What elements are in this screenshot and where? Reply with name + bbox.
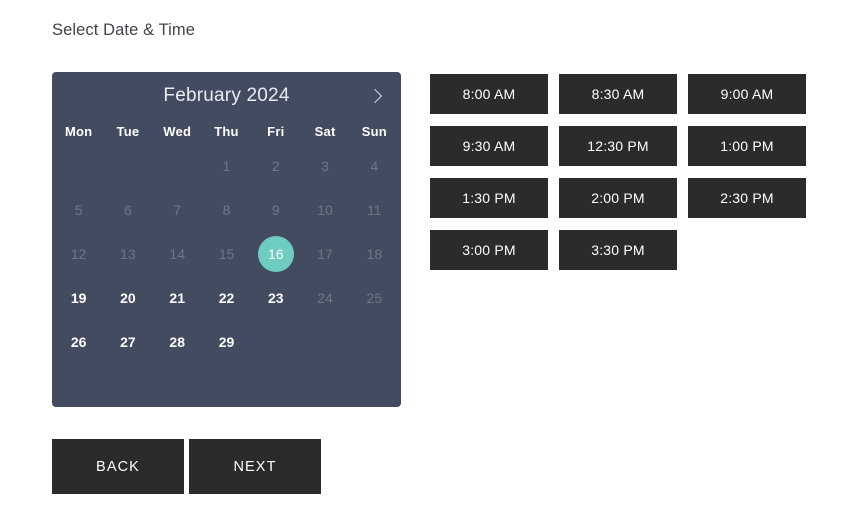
wizard-footer: BACK NEXT <box>52 439 321 494</box>
weekday-label-thu: Thu <box>214 124 239 139</box>
weekday-label-mon: Mon <box>64 124 93 139</box>
calendar-day-26[interactable]: 26 <box>54 320 103 364</box>
calendar-day-18: 18 <box>366 246 383 262</box>
time-slot-button[interactable]: 8:30 AM <box>559 74 677 114</box>
weekday-label-sat: Sat <box>314 124 336 139</box>
calendar-day-25: 25 <box>366 290 383 306</box>
calendar-day-3: 3 <box>321 158 329 174</box>
calendar-day-empty <box>103 144 152 188</box>
calendar-day-12: 12 <box>70 246 87 262</box>
calendar-day-8: 8 <box>222 202 231 218</box>
weekday-label-sun: Sun <box>361 124 387 139</box>
chevron-right-icon <box>367 88 382 104</box>
time-slot-button[interactable]: 3:00 PM <box>430 230 548 270</box>
time-slot-button[interactable]: 9:30 AM <box>430 126 548 166</box>
calendar-day-23[interactable]: 23 <box>251 276 300 320</box>
calendar-day-24: 24 <box>317 290 333 306</box>
next-button[interactable]: NEXT <box>189 439 321 494</box>
calendar-day-22[interactable]: 22 <box>202 276 251 320</box>
calendar-day-21[interactable]: 21 <box>153 276 202 320</box>
calendar-day-empty <box>300 320 349 364</box>
time-slot-button[interactable]: 9:00 AM <box>688 74 806 114</box>
calendar-day-5: 5 <box>74 202 83 218</box>
calendar-day-17: 17 <box>317 246 333 262</box>
back-button[interactable]: BACK <box>52 439 184 494</box>
calendar-day-15: 15 <box>218 246 235 262</box>
calendar-day-4: 4 <box>370 158 379 174</box>
time-slot-button[interactable]: 1:00 PM <box>688 126 806 166</box>
calendar-day-19[interactable]: 19 <box>54 276 103 320</box>
calendar-day-empty <box>350 320 399 364</box>
time-slot-button[interactable]: 3:30 PM <box>559 230 677 270</box>
calendar-month-label: February 2024 <box>163 85 290 106</box>
selected-day-badge: 16 <box>257 236 294 272</box>
calendar-day-13: 13 <box>120 246 136 262</box>
calendar-day-2: 2 <box>271 158 280 174</box>
calendar-day-1: 1 <box>222 158 231 174</box>
next-month-button[interactable] <box>361 81 391 111</box>
calendar-day-20[interactable]: 20 <box>103 276 152 320</box>
time-slot-button[interactable]: 1:30 PM <box>430 178 548 218</box>
calendar-day-7: 7 <box>173 202 182 218</box>
weekday-label-wed: Wed <box>163 124 192 139</box>
calendar-day-29[interactable]: 29 <box>202 320 251 364</box>
page-title: Select Date & Time <box>52 21 196 39</box>
calendar-day-selected[interactable]: 16 <box>251 232 300 276</box>
time-slot-button[interactable]: 2:00 PM <box>559 178 677 218</box>
time-slot-button[interactable]: 12:30 PM <box>559 126 677 166</box>
calendar-panel: February 2024 Mon Tue Wed Thu Fri Sat Sun 1234… <box>52 72 401 407</box>
time-slot-list: 8:00 AM 8:30 AM 9:00 AM 9:30 AM 12:30 PM 1:00… <box>430 74 807 270</box>
calendar-day-6: 6 <box>124 202 132 218</box>
calendar-day-grid: 1 2 3 4 5 6 7 8 9 10 11 12 13 14 15 16 17 18 19 20 21 22 23 24 2… <box>52 144 401 364</box>
calendar-day-9: 9 <box>271 202 280 218</box>
weekday-label-tue: Tue <box>116 124 140 139</box>
calendar-day-28[interactable]: 28 <box>153 320 202 364</box>
calendar-day-empty <box>54 144 103 188</box>
weekday-label-fri: Fri <box>267 124 285 139</box>
calendar-day-empty <box>251 320 300 364</box>
time-slot-button[interactable]: 8:00 AM <box>430 74 548 114</box>
time-slot-button[interactable]: 2:30 PM <box>688 178 806 218</box>
calendar-weekday-row: Mon Tue Wed Thu Fri Sat Sun <box>52 120 401 144</box>
calendar-day-14: 14 <box>169 246 185 262</box>
calendar-day-11: 11 <box>367 202 382 218</box>
calendar-header: February 2024 <box>52 72 401 120</box>
calendar-day-empty <box>153 144 202 188</box>
calendar-day-10: 10 <box>317 202 333 218</box>
calendar-day-27[interactable]: 27 <box>103 320 152 364</box>
